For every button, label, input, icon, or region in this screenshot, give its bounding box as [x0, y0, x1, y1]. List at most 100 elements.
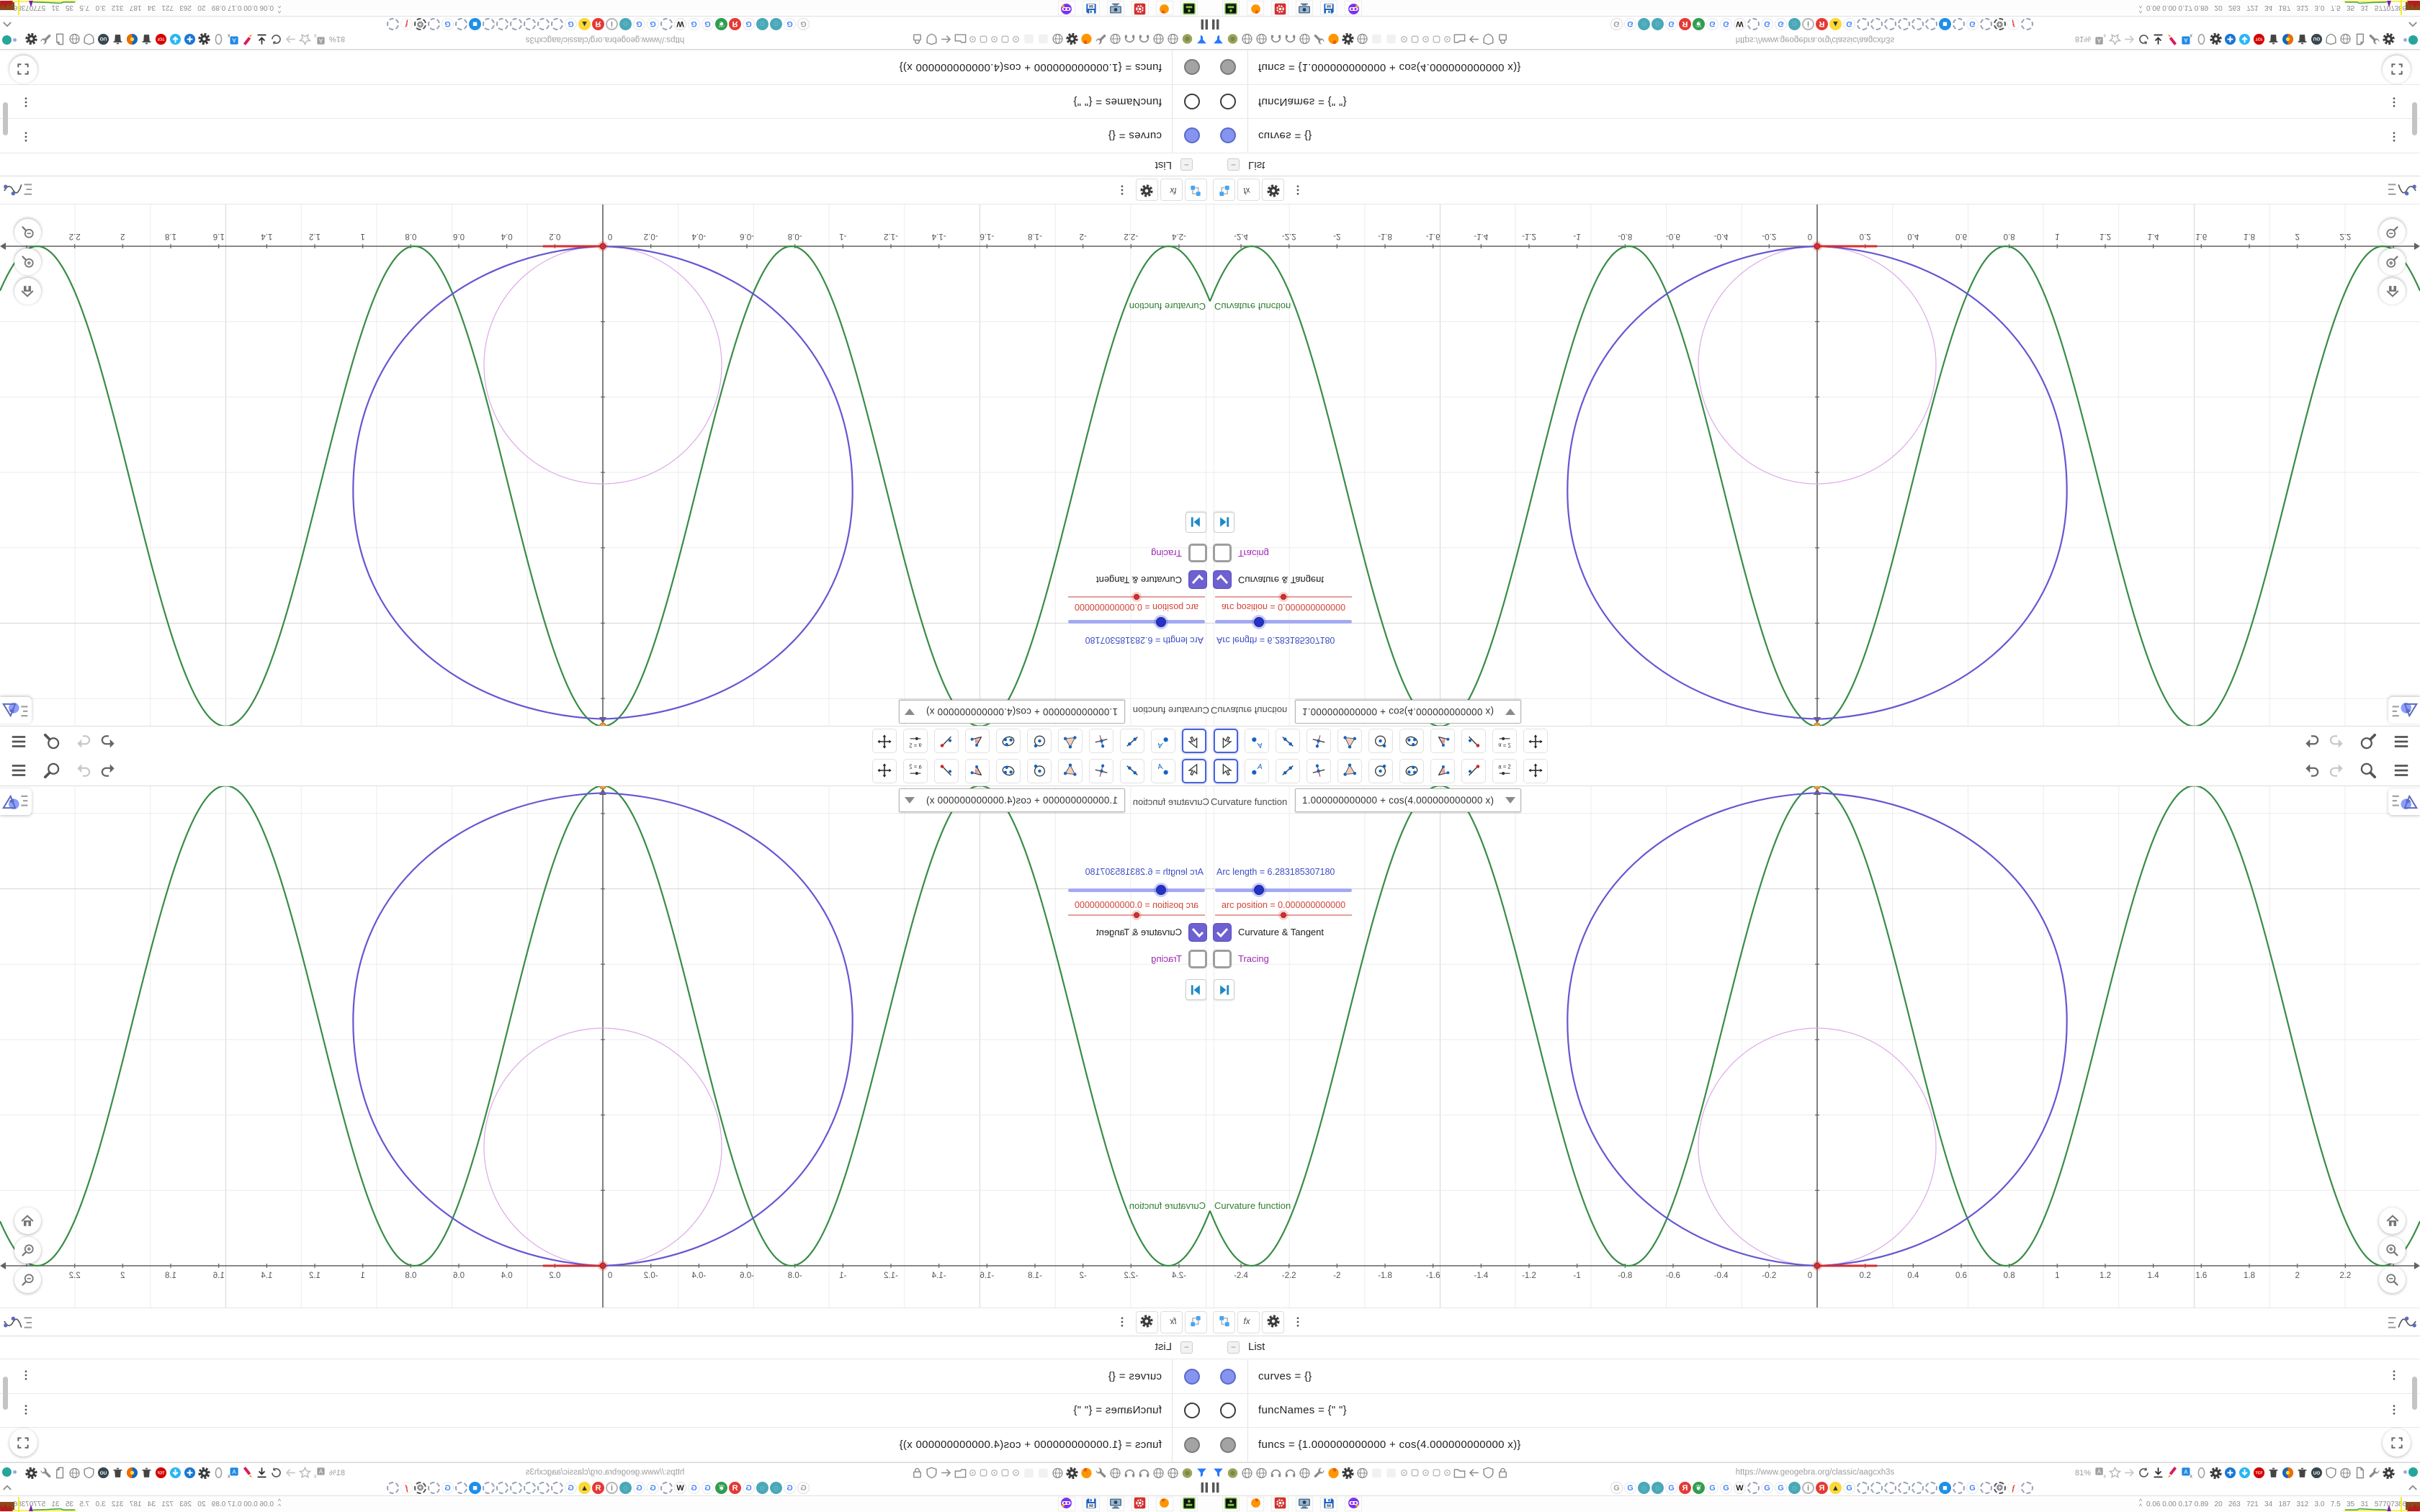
address-url[interactable]: https://www.geogebra.org/classic/aagcxh3… [475, 1468, 735, 1477]
settings-button[interactable] [1262, 179, 1284, 201]
ellipse-tool[interactable] [996, 729, 1021, 753]
arc-length-slider-thumb[interactable] [1251, 615, 1266, 629]
expand-tray-icon[interactable]: ^ ^ [275, 1498, 284, 1510]
point-tool[interactable]: A [1151, 759, 1175, 783]
arc-length-slider[interactable] [1215, 615, 1352, 629]
taskbar-app-monitor[interactable] [1296, 1, 1313, 15]
row-menu-button[interactable] [19, 92, 33, 111]
trash-icon[interactable] [2267, 32, 2280, 46]
list-row-curves[interactable]: curves = {} [0, 1359, 1210, 1394]
bookmark-favicon-g[interactable]: G [1775, 1482, 1787, 1494]
settings-button[interactable] [1136, 1311, 1158, 1333]
bookmark-favicon-g[interactable]: G [784, 1482, 796, 1494]
bookmark-favicon-g[interactable]: G [442, 18, 454, 30]
taskbar-app-redgear[interactable] [1271, 1, 1289, 15]
visibility-toggle-funcNames[interactable] [1184, 94, 1200, 109]
bookmark-favicon-ring[interactable] [455, 1482, 467, 1494]
list-row-funcNames[interactable]: funcNames = {" "} [0, 84, 1210, 118]
pen-icon[interactable] [241, 32, 254, 46]
bookmark-favicon-ring[interactable] [1857, 18, 1869, 30]
bookmark-favicon-ya[interactable]: Я [592, 1482, 604, 1494]
bookmark-favicon-sphere[interactable]: ◌ [770, 18, 782, 30]
shield-icon[interactable] [1482, 1466, 1495, 1480]
arc-position-slider[interactable] [1215, 910, 1352, 920]
step-forward-button[interactable] [1214, 979, 1234, 1000]
taskbar-app-firefox[interactable] [1247, 1497, 1264, 1511]
globe-icon[interactable] [1152, 1466, 1165, 1480]
search-button[interactable] [2357, 760, 2380, 782]
bookmark-favicon-ring[interactable] [1953, 1482, 1965, 1494]
zoom-out-button[interactable] [14, 1266, 41, 1293]
globe-icon[interactable] [1255, 32, 1268, 46]
step-forward-button[interactable] [1186, 512, 1206, 533]
tcf-icon[interactable]: TCF [2252, 1466, 2266, 1480]
bookmark-favicon-ring[interactable] [660, 1482, 673, 1494]
shield-icon[interactable] [925, 1466, 938, 1480]
globe-color-icon[interactable] [125, 1466, 139, 1480]
polygon-tool[interactable] [1058, 729, 1083, 753]
gear-icon[interactable] [1341, 1466, 1355, 1480]
bookmark-favicon-g-gray[interactable]: G [797, 1482, 810, 1494]
expand-tray-icon[interactable]: ^ ^ [275, 2, 284, 14]
wrench-icon[interactable] [1094, 32, 1108, 46]
trash-icon[interactable] [111, 1466, 125, 1480]
folder-icon[interactable] [954, 32, 967, 46]
star-icon[interactable] [2108, 32, 2122, 46]
list-row-funcNames[interactable]: funcNames = {" "} [1210, 1394, 2420, 1428]
trash-icon[interactable] [140, 1466, 153, 1480]
list-row-funcs[interactable]: funcs = {1.000000000000 + cos(4.00000000… [1210, 1428, 2420, 1462]
bookmark-favicon-ring[interactable] [1898, 1482, 1910, 1494]
wrench-icon[interactable] [1312, 1466, 1326, 1480]
move-graphics-tool[interactable] [1523, 729, 1548, 753]
style-bar-button[interactable] [2388, 697, 2420, 724]
plus-circle-icon[interactable] [2223, 1466, 2237, 1480]
bookmark-favicon-dgear[interactable]: ❂ [1994, 18, 2006, 30]
mini-square-icon[interactable] [1410, 32, 1420, 46]
visibility-toggle-curves[interactable] [1220, 127, 1236, 144]
point-tool[interactable]: A [1245, 729, 1269, 753]
bookmark-favicon-g[interactable]: G [688, 1482, 700, 1494]
scrollbar-thumb[interactable] [2412, 102, 2417, 135]
list-row-curves[interactable]: curves = {} [1210, 1359, 2420, 1394]
bookmark-favicon-ring[interactable] [1857, 1482, 1869, 1494]
fullscreen-button[interactable] [2383, 55, 2411, 84]
tracing-checkbox[interactable] [1188, 544, 1207, 562]
step-forward-button[interactable] [1214, 512, 1234, 533]
bookmark-favicon-sphere[interactable]: ◌ [756, 18, 768, 30]
bookmark-favicon-ring[interactable] [387, 18, 399, 30]
bookmark-favicon-g[interactable]: G [565, 1482, 577, 1494]
bookmark-favicon-ring[interactable] [455, 18, 467, 30]
list-row-funcNames[interactable]: funcNames = {" "} [1210, 84, 2420, 118]
taskbar-app-redgear[interactable] [1131, 1, 1149, 15]
bookmark-favicon-ring[interactable] [428, 1482, 440, 1494]
panel-more-button[interactable] [1115, 1313, 1129, 1333]
chevron-down-icon[interactable] [905, 708, 915, 715]
arc-position-slider[interactable] [1215, 592, 1352, 602]
bookmark-favicon-sphere[interactable]: ◌ [756, 1482, 768, 1494]
address-url[interactable]: https://www.geogebra.org/classic/aagcxh3… [1685, 1468, 1945, 1477]
redo-button[interactable] [72, 730, 95, 752]
bookmark-favicon-f[interactable]: f [2007, 18, 2020, 30]
bookmark-favicon-leaf[interactable]: ❦ [715, 18, 727, 30]
bookmark-favicon-ya[interactable]: Я [592, 18, 604, 30]
bookmark-favicon-ya[interactable]: Я [1679, 1482, 1691, 1494]
headset-icon[interactable] [1283, 32, 1297, 46]
bookmark-favicon-f[interactable]: f [2007, 1482, 2020, 1494]
angle-tool[interactable]: α [965, 729, 990, 753]
pause-icon[interactable] [1211, 1482, 1222, 1493]
angle-tool[interactable]: α [1430, 759, 1455, 783]
oval-icon[interactable] [2195, 32, 2208, 46]
function-input-button[interactable]: fx [1160, 179, 1183, 201]
funnel-icon[interactable] [1195, 1466, 1209, 1480]
shield-icon[interactable] [82, 1466, 96, 1480]
move-tool[interactable] [1214, 729, 1238, 753]
globe-icon[interactable] [1255, 1466, 1268, 1480]
back-icon[interactable] [1467, 32, 1481, 46]
bookmark-favicon-g[interactable]: G [1966, 1482, 1978, 1494]
mini-square-icon[interactable] [1431, 1466, 1441, 1480]
circle-tool[interactable] [1368, 759, 1393, 783]
bookmark-favicon-g[interactable]: G [1761, 1482, 1773, 1494]
star-icon[interactable] [298, 32, 312, 46]
gear-icon[interactable] [2382, 32, 2396, 46]
ellipse-tool[interactable] [1399, 759, 1424, 783]
